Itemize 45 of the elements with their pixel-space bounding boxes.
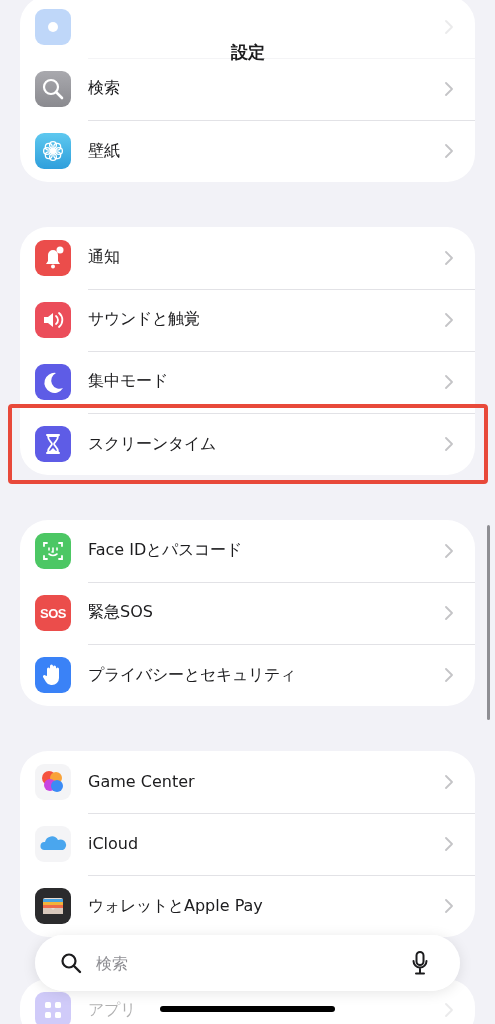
chevron-icon: [445, 605, 453, 620]
search-icon: [60, 952, 82, 974]
page-title: 設定: [230, 41, 265, 64]
chevron-icon: [445, 81, 453, 96]
row-label: アプリ: [88, 999, 136, 1021]
chevron-icon: [445, 374, 453, 389]
face-frame-icon: [35, 533, 71, 569]
row-label: 壁紙: [88, 140, 120, 162]
search-input[interactable]: 検索: [94, 952, 400, 974]
app-grid-icon: [35, 992, 71, 1024]
row-label: 緊急SOS: [88, 602, 153, 623]
flower-icon: [35, 133, 71, 169]
chevron-icon: [445, 543, 453, 558]
chevron-icon: [445, 899, 453, 913]
row-label: Game Center: [88, 772, 195, 791]
cloud-icon: [35, 826, 71, 862]
chevron-icon: [445, 836, 453, 851]
chevron-icon: [445, 144, 453, 158]
row-label: 通知: [88, 247, 120, 268]
sun-icon: [35, 9, 71, 45]
wallet-icon: [35, 888, 71, 924]
row-label: サウンドと触覚: [88, 309, 200, 330]
row-label: 検索: [88, 78, 120, 99]
row-label: iCloud: [88, 834, 139, 853]
row-label: Face IDとパスコード: [88, 540, 243, 561]
moon-icon: [35, 364, 71, 400]
chevron-icon: [445, 250, 453, 265]
chevron-icon: [445, 668, 453, 682]
chevron-icon: [445, 437, 453, 451]
row-label: 集中モード: [88, 371, 168, 392]
bell-icon: [35, 240, 71, 276]
chevron-icon: [445, 774, 453, 789]
hand-icon: [35, 657, 71, 693]
sos-icon: SOS: [35, 595, 71, 631]
search-field[interactable]: 検索: [35, 935, 460, 991]
row-label: ウォレットとApple Pay: [88, 895, 263, 917]
bubbles-icon: [35, 764, 71, 800]
speaker-icon: [35, 302, 71, 338]
microphone-icon[interactable]: [412, 951, 428, 975]
scroll-bar[interactable]: [487, 525, 490, 720]
row-label: スクリーンタイム: [88, 433, 216, 455]
hourglass-icon: [35, 426, 71, 462]
chevron-icon: [445, 312, 453, 327]
row-label: プライバシーとセキュリティ: [88, 664, 296, 686]
search-icon: [35, 71, 71, 107]
